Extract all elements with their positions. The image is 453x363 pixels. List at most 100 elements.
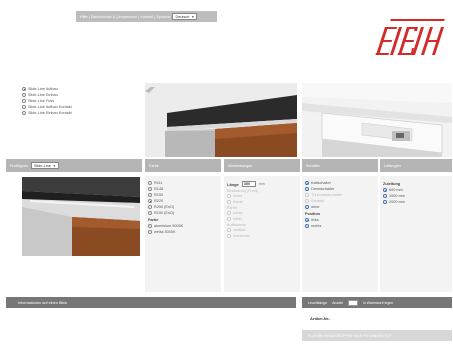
option-label: horizontal <box>233 234 250 238</box>
radio-icon[interactable] <box>227 194 231 198</box>
option-label: R111 <box>154 181 163 185</box>
option-label: Slide-Line Aufbau <box>28 87 58 91</box>
product-line-options: Slide-Line Aufbau Slide-Line Einbau Slid… <box>22 86 140 116</box>
cart-quantity-label: Anzahl <box>332 300 343 305</box>
product-photo-led <box>22 177 140 256</box>
top-nav-bar: Hilfe | Datenschutz & | Impressum | Kont… <box>76 11 217 22</box>
cart-length-label: Leuchtlänge <box>308 300 328 305</box>
option-label: 600 mm <box>389 188 403 192</box>
option-label: Slide-Line Aufbau Kontakt <box>28 105 72 109</box>
option-label: R150 <box>154 193 164 197</box>
length-input[interactable]: 350 <box>241 181 256 187</box>
language-value: Deutsch <box>175 14 190 19</box>
switch-option[interactable]: ohne <box>305 204 375 210</box>
switch-column-header: Schalter <box>302 159 378 172</box>
profile-type-value: Slide-Line <box>33 163 51 168</box>
radio-icon[interactable] <box>148 224 152 228</box>
light-color-option[interactable]: weiss 3000K <box>148 229 218 235</box>
option-label: Slide-Line Einbau Kontakt <box>28 111 72 115</box>
option-label: vertikal <box>233 228 246 232</box>
profile-type-select[interactable]: Slide-Line ▼ <box>30 162 59 169</box>
color-column-header: Farbe <box>145 159 221 172</box>
option-label: Kante <box>233 200 243 204</box>
position-option[interactable]: rechts <box>305 223 375 229</box>
option-label: aluminium 5000K <box>154 224 184 228</box>
add-to-cart-link[interactable]: In Warenkorb legen <box>363 301 393 305</box>
radio-icon[interactable] <box>148 181 152 185</box>
notice-text: PLUS BEI IN BAUGRUPPEN HALB FIX SANGEN N… <box>308 333 392 338</box>
radio-icon[interactable] <box>305 218 309 222</box>
cable-option[interactable]: 2000 mm <box>383 199 449 205</box>
configurator-page: Hilfe | Datenschutz & | Impressum | Kont… <box>0 0 453 363</box>
radio-icon[interactable] <box>22 111 26 115</box>
radio-icon[interactable] <box>383 200 387 204</box>
radio-icon[interactable] <box>227 200 231 204</box>
radio-icon[interactable] <box>22 99 26 103</box>
length-unit: mm <box>258 182 265 186</box>
radio-icon[interactable] <box>305 193 309 197</box>
cart-bar: Leuchtlänge Anzahl In Warenkorb legen <box>302 297 452 308</box>
option-label: 1000 mm <box>389 194 405 198</box>
option-label: 2000 mm <box>389 200 405 204</box>
option-label: innen <box>233 194 243 198</box>
size-option[interactable]: horizontal <box>227 233 297 239</box>
cable-column-header: Leitungen <box>380 159 452 172</box>
size-column-title: Abmessungen <box>228 163 253 168</box>
option-label: Türkontaktschalter <box>311 193 343 197</box>
radio-icon[interactable] <box>148 205 152 209</box>
product-line-option[interactable]: Slide-Line Einbau Kontakt <box>22 110 140 116</box>
option-label: Kaltschalter <box>311 181 331 185</box>
option-label: Kontakt <box>311 199 324 203</box>
option-label: Dimmschalter <box>311 187 335 191</box>
switch-column-title: Schalter <box>306 163 320 168</box>
radio-icon[interactable] <box>227 234 231 238</box>
size-column: Länge 350 mm Einfassung (Front) innen Ka… <box>224 176 300 292</box>
radio-icon[interactable] <box>148 211 152 215</box>
radio-icon[interactable] <box>305 199 309 203</box>
ebh-logo <box>375 19 445 55</box>
radio-icon[interactable] <box>305 224 309 228</box>
notice-bar: PLUS BEI IN BAUGRUPPEN HALB FIX SANGEN N… <box>302 330 452 341</box>
radio-icon[interactable] <box>305 181 309 185</box>
language-select[interactable]: Deutsch ▼ <box>172 13 198 20</box>
top-nav-links[interactable]: Hilfe | Datenschutz & | Impressum | Kont… <box>80 15 170 19</box>
radio-icon[interactable] <box>148 187 152 191</box>
cable-group-title: Zuleitung <box>383 182 401 186</box>
article-number-label: Artikel-Nr.: <box>310 316 331 321</box>
radio-icon[interactable] <box>22 105 26 109</box>
option-label: R220 <box>154 199 164 203</box>
position-title: Position <box>305 212 320 216</box>
radio-icon[interactable] <box>148 193 152 197</box>
radio-icon[interactable] <box>305 205 309 209</box>
radio-icon[interactable] <box>148 199 152 203</box>
radio-icon[interactable] <box>227 228 231 232</box>
option-label: weiss 3000K <box>154 230 176 234</box>
option-label: weiss <box>233 211 243 215</box>
light-color-title: Farbe <box>148 218 159 222</box>
cable-column-title: Leitungen <box>384 163 401 168</box>
size-option[interactable]: Kante <box>227 199 297 205</box>
length-row: Länge 350 mm <box>227 180 297 188</box>
size-column-header: Abmessungen <box>224 159 300 172</box>
radio-icon[interactable] <box>305 187 309 191</box>
cable-column: Zuleitung 600 mm 1000 mm 2000 mm <box>380 176 452 292</box>
radio-icon[interactable] <box>22 87 26 91</box>
radio-icon[interactable] <box>227 211 231 215</box>
option-label: R148 <box>154 187 164 191</box>
option-label: links <box>311 218 319 222</box>
info-bar: Informationen auf einen Blick <box>6 297 296 308</box>
radio-icon[interactable] <box>22 93 26 97</box>
color-column: R111 R148 R150 R220 R250 (EnO) R150 (EnO… <box>145 176 221 292</box>
chevron-down-icon: ▼ <box>191 14 195 19</box>
option-label: Slide-Line Fuss <box>28 99 55 103</box>
product-photo-drawer <box>302 83 452 157</box>
radio-icon[interactable] <box>383 194 387 198</box>
radio-icon[interactable] <box>383 188 387 192</box>
product-photo-kitchen <box>145 83 297 157</box>
radio-icon[interactable] <box>148 230 152 234</box>
quantity-input[interactable] <box>347 299 358 306</box>
radio-icon[interactable] <box>227 217 231 221</box>
color-option[interactable]: R150 (EnO) <box>148 210 218 216</box>
size-option[interactable]: silber <box>227 216 297 222</box>
chevron-down-icon: ▼ <box>52 163 56 168</box>
